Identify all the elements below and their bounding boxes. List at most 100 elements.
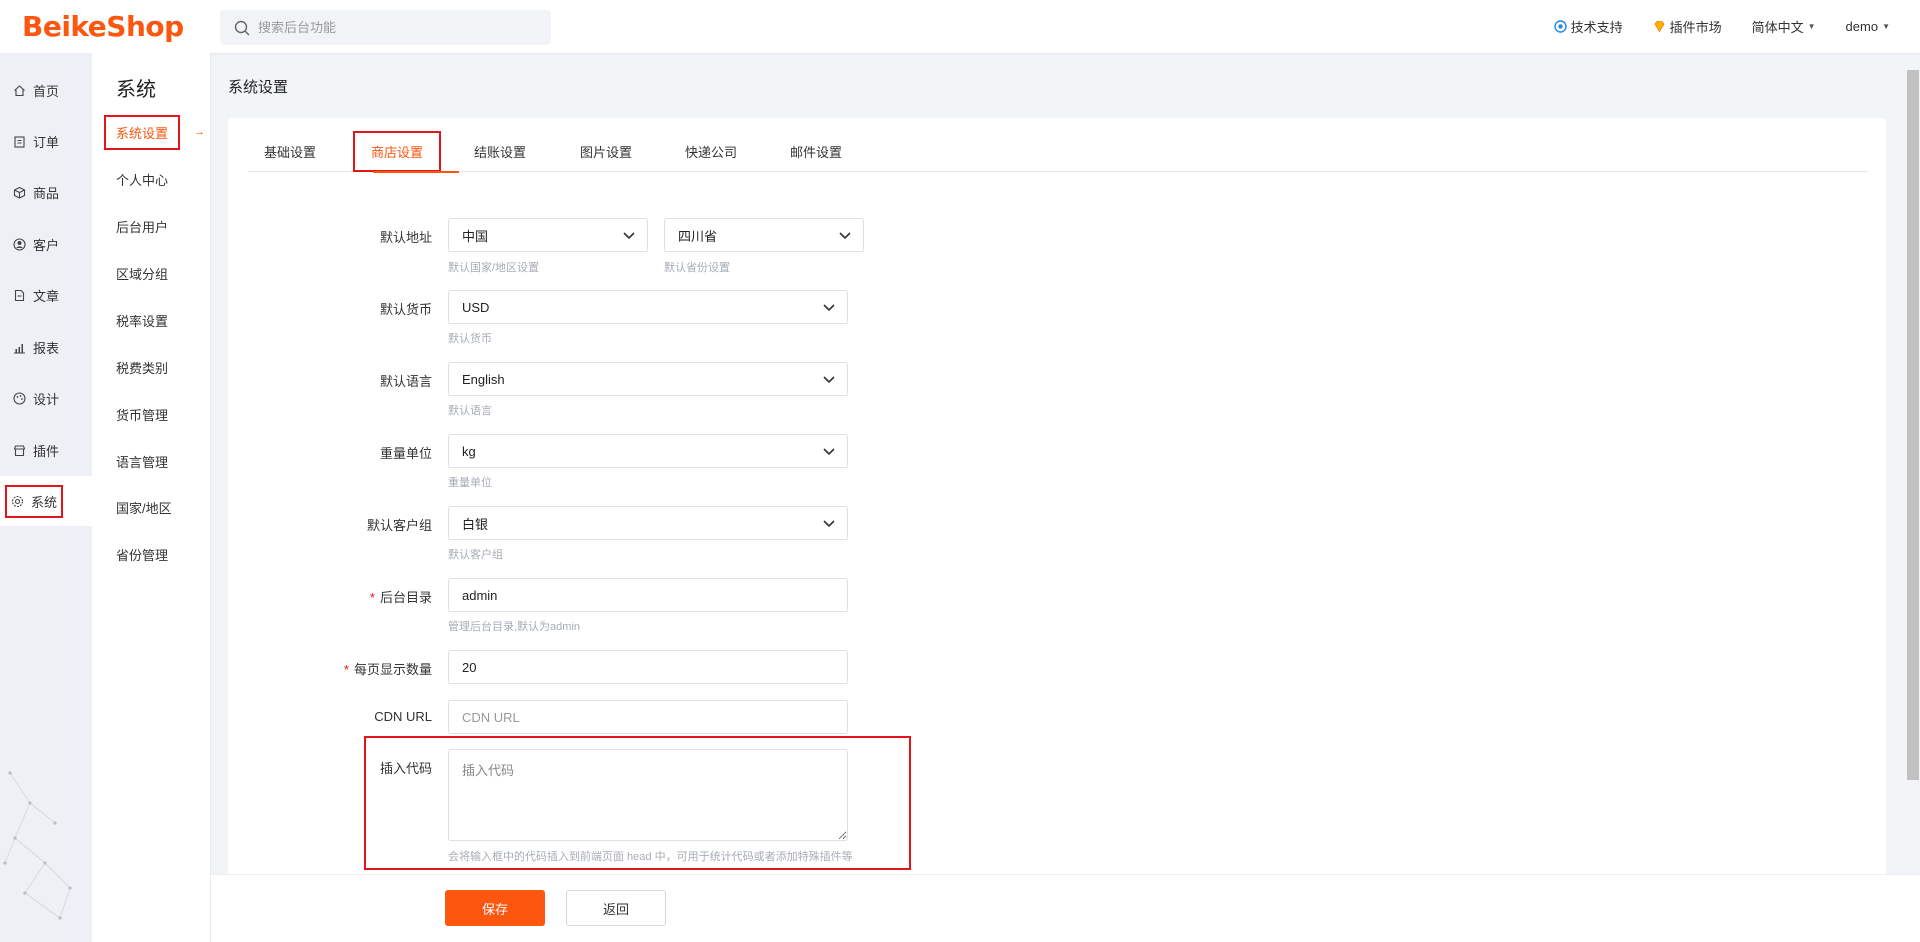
subnav-item-profile[interactable]: 个人中心 <box>116 170 168 189</box>
language-value: English <box>462 371 505 387</box>
nav-item-articles[interactable]: 文章 <box>0 270 92 320</box>
language-field-label: 默认语言 <box>379 374 432 389</box>
search-icon <box>234 20 250 35</box>
nav-item-plugins[interactable]: 插件 <box>0 425 92 475</box>
arrow-right-icon: → <box>194 126 205 138</box>
tab-basic[interactable]: 基础设置 <box>264 142 316 161</box>
province-value: 四川省 <box>678 228 718 244</box>
nav-label: 报表 <box>33 340 60 356</box>
admin-dir-label: * 后台目录 <box>268 587 432 606</box>
country-hint: 默认国家/地区设置 <box>448 262 540 274</box>
subnav-item-provinces[interactable]: 省份管理 <box>116 545 168 564</box>
customer-group-hint: 默认客户组 <box>448 549 503 561</box>
search-input[interactable] <box>258 20 538 35</box>
weight-label: 重量单位 <box>379 446 432 461</box>
currency-hint: 默认货币 <box>448 333 492 345</box>
subnav-item-system-settings[interactable]: 系统设置 <box>104 115 181 150</box>
plugin-icon <box>13 444 26 456</box>
user-label: demo <box>1845 19 1879 34</box>
required-asterisk: * <box>369 590 375 605</box>
search-box[interactable] <box>220 10 551 45</box>
tab-checkout[interactable]: 结账设置 <box>474 142 526 161</box>
subnav-item-zones[interactable]: 区域分组 <box>116 264 168 283</box>
palette-icon <box>13 391 26 405</box>
admin-dir-label-text: 后台目录 <box>379 590 432 605</box>
subnav-item-countries[interactable]: 国家/地区 <box>116 498 172 517</box>
page-title: 系统设置 <box>228 79 289 96</box>
plugin-market-label: 插件市场 <box>1669 20 1722 35</box>
home-icon <box>14 84 25 96</box>
support-icon <box>1553 20 1567 33</box>
per-page-input[interactable] <box>448 650 848 684</box>
plugin-market-link[interactable]: 插件市场 <box>1653 17 1722 36</box>
left-nav: 首页 订单 商品 客户 文章 报表 设计 插件 系统 <box>0 53 92 942</box>
weight-value: kg <box>462 443 476 459</box>
province-select[interactable]: 四川省 <box>664 218 864 252</box>
decorative-network-pattern <box>3 771 72 920</box>
support-label: 技术支持 <box>1570 20 1623 35</box>
nav-item-system[interactable]: 系统 <box>0 476 92 526</box>
tab-express[interactable]: 快递公司 <box>685 142 737 161</box>
chevron-down-icon <box>839 232 851 240</box>
subnav-item-currencies[interactable]: 货币管理 <box>116 405 168 424</box>
logo[interactable]: BeikeShop <box>22 10 184 43</box>
insert-code-hint: 会将输入框中的代码插入到前端页面 head 中，可用于统计代码或者添加特殊插件等 <box>448 851 853 863</box>
nav-label: 系统 <box>31 494 58 510</box>
customer-group-label: 默认客户组 <box>366 518 432 533</box>
nav-label: 客户 <box>33 237 60 253</box>
currency-select[interactable]: USD <box>448 290 848 324</box>
nav-label: 首页 <box>33 83 60 99</box>
nav-active-highlight: 系统 <box>5 484 64 518</box>
tab-image[interactable]: 图片设置 <box>580 142 632 161</box>
caret-down-icon: ▼ <box>1807 22 1816 31</box>
form-footer: 保存 返回 <box>211 874 1920 942</box>
subnav-title: 系统 <box>116 79 156 101</box>
per-page-label-text: 每页显示数量 <box>353 662 432 677</box>
page-scrollbar[interactable] <box>1907 70 1919 780</box>
nav-label: 设计 <box>33 391 60 407</box>
insert-code-label: 插入代码 <box>379 761 432 776</box>
support-link[interactable]: 技术支持 <box>1553 17 1623 36</box>
cdn-url-input[interactable] <box>448 700 848 734</box>
insert-code-textarea[interactable] <box>448 749 848 841</box>
chevron-down-icon <box>823 376 835 384</box>
currency-label: 默认货币 <box>379 302 432 317</box>
bar-chart-icon <box>14 343 25 353</box>
subnav-item-tax-classes[interactable]: 税费类别 <box>116 358 168 377</box>
address-label: 默认地址 <box>379 230 432 245</box>
chevron-down-icon <box>823 448 835 456</box>
nav-item-orders[interactable]: 订单 <box>0 116 92 166</box>
tab-store[interactable]: 商店设置 <box>353 131 442 172</box>
nav-item-reports[interactable]: 报表 <box>0 322 92 372</box>
per-page-label: * 每页显示数量 <box>268 659 432 678</box>
country-select[interactable]: 中国 <box>448 218 648 252</box>
chevron-down-icon <box>623 232 635 240</box>
weight-select[interactable]: kg <box>448 434 848 468</box>
nav-item-products[interactable]: 商品 <box>0 167 92 217</box>
admin-dir-input[interactable] <box>448 578 848 612</box>
settings-tabs: 基础设置 商店设置 结账设置 图片设置 快递公司 邮件设置 <box>248 130 1868 173</box>
back-button[interactable]: 返回 <box>566 890 666 926</box>
diamond-icon <box>1654 21 1665 33</box>
subnav-item-languages[interactable]: 语言管理 <box>116 452 168 471</box>
cdn-label: CDN URL <box>374 709 432 724</box>
tab-mail[interactable]: 邮件设置 <box>790 142 842 161</box>
user-dropdown[interactable]: demo ▼ <box>1846 19 1890 34</box>
nav-item-design[interactable]: 设计 <box>0 373 92 423</box>
province-hint: 默认省份设置 <box>664 262 730 274</box>
nav-label: 订单 <box>33 134 60 150</box>
customer-group-value: 白银 <box>462 516 489 532</box>
language-select[interactable]: English <box>448 362 848 396</box>
subnav-item-admin-users[interactable]: 后台用户 <box>116 217 168 236</box>
nav-item-customers[interactable]: 客户 <box>0 219 92 269</box>
language-label: 简体中文 <box>1751 20 1804 35</box>
nav-item-home[interactable]: 首页 <box>0 65 92 115</box>
nav-label: 插件 <box>33 443 60 459</box>
caret-down-icon: ▼ <box>1882 22 1890 31</box>
currency-value: USD <box>462 299 490 315</box>
language-dropdown[interactable]: 简体中文 ▼ <box>1752 17 1816 36</box>
save-button[interactable]: 保存 <box>445 890 545 926</box>
chevron-down-icon <box>823 304 835 312</box>
subnav-item-tax-rates[interactable]: 税率设置 <box>116 311 168 330</box>
customer-group-select[interactable]: 白银 <box>448 506 848 540</box>
